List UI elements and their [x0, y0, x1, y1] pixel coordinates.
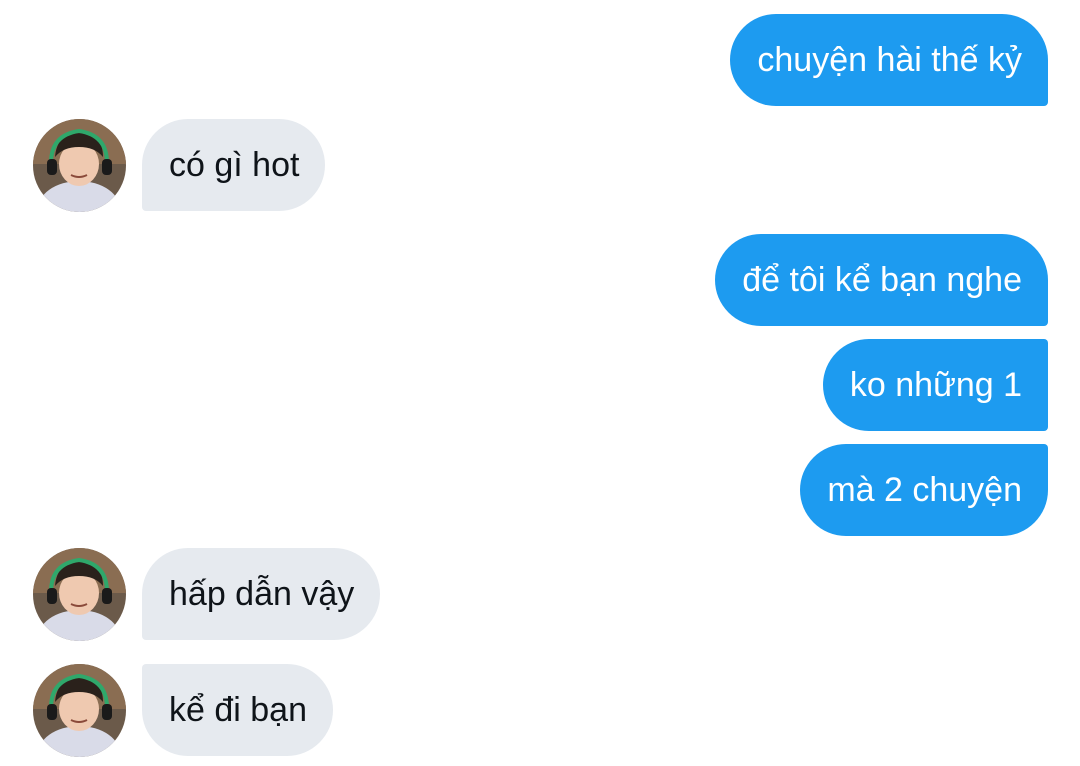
received-message-bubble[interactable]: hấp dẫn vậy: [142, 548, 381, 640]
sent-message-bubble[interactable]: ko những 1: [822, 339, 1048, 431]
avatar-photo-icon: [33, 548, 126, 641]
avatar-photo-icon: [33, 119, 126, 212]
sender-avatar[interactable]: [33, 664, 126, 757]
received-message-bubble[interactable]: có gì hot: [142, 119, 326, 211]
message-text: hấp dẫn vậy: [169, 574, 355, 613]
message-text: chuyện hài thế kỷ: [757, 40, 1022, 79]
received-message-bubble[interactable]: kể đi bạn: [142, 664, 333, 756]
sender-avatar[interactable]: [33, 119, 126, 212]
sent-message-bubble[interactable]: mà 2 chuyện: [800, 444, 1048, 536]
message-text: ko những 1: [849, 365, 1022, 404]
sender-avatar[interactable]: [33, 548, 126, 641]
sent-message-bubble[interactable]: để tôi kể bạn nghe: [715, 234, 1048, 326]
sent-message-bubble[interactable]: chuyện hài thế kỷ: [730, 14, 1048, 106]
message-text: để tôi kể bạn nghe: [742, 260, 1022, 299]
avatar-photo-icon: [33, 664, 126, 757]
message-text: mà 2 chuyện: [827, 470, 1022, 509]
message-text: kể đi bạn: [169, 690, 307, 729]
message-text: có gì hot: [169, 145, 300, 184]
